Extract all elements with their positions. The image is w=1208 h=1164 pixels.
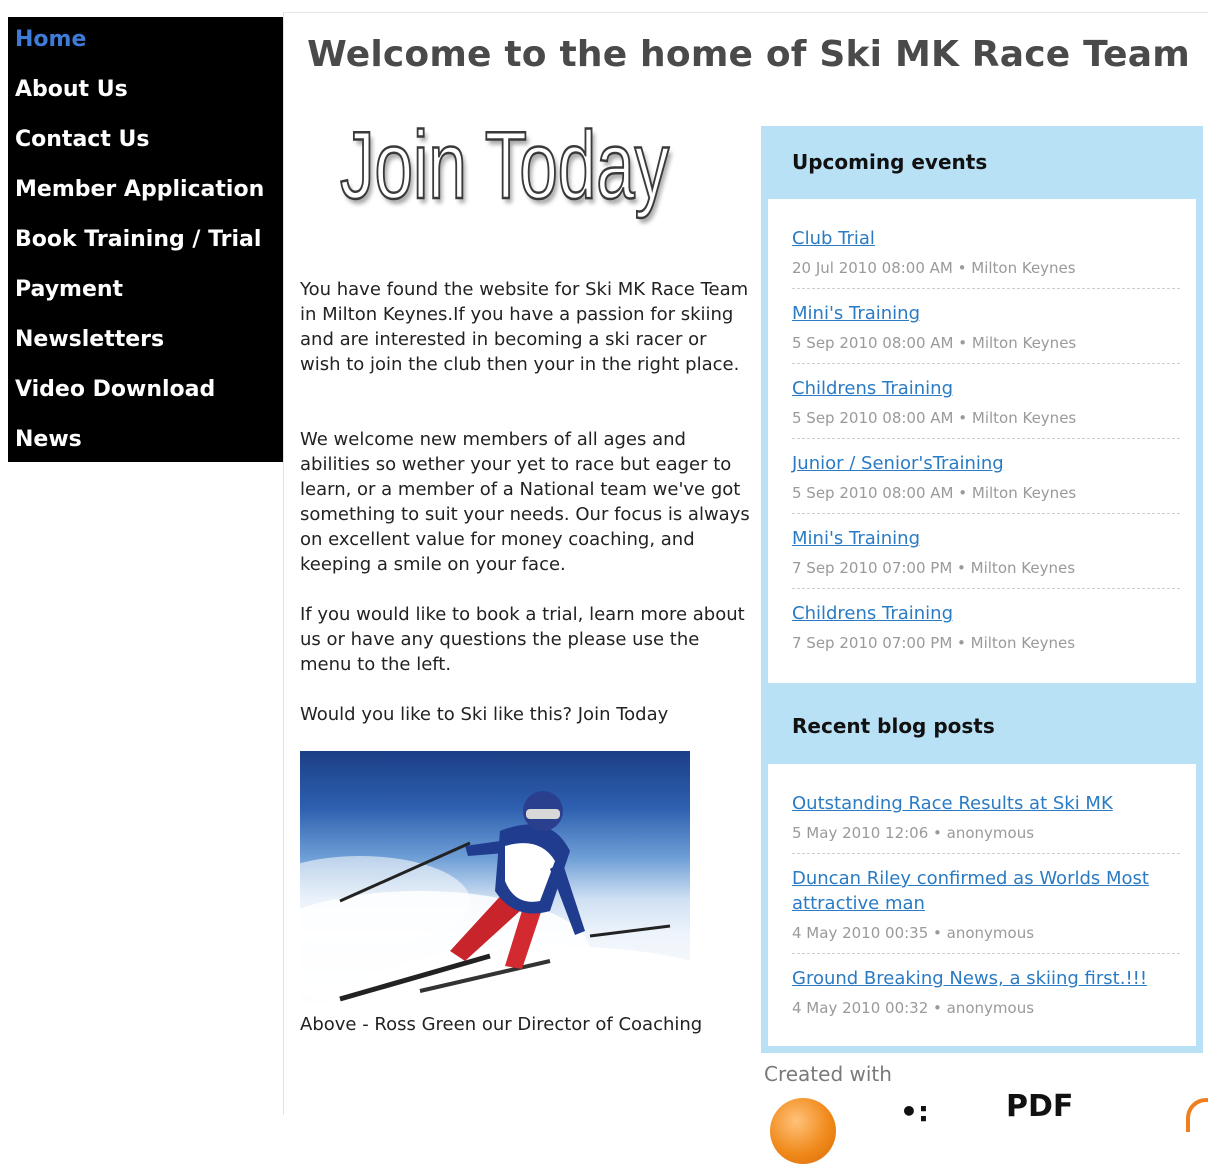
list-item: Mini's Training 7 Sep 2010 07:00 PM • Mi… bbox=[792, 526, 1180, 589]
orange-orb-logo-icon[interactable] bbox=[770, 1098, 836, 1164]
event-link[interactable]: Childrens Training bbox=[792, 376, 1180, 401]
sidebar-nav: Home About Us Contact Us Member Applicat… bbox=[8, 17, 283, 462]
arc-logo-icon bbox=[1186, 1098, 1208, 1132]
event-link[interactable]: Mini's Training bbox=[792, 526, 1180, 551]
event-meta: 5 Sep 2010 08:00 AM • Milton Keynes bbox=[792, 334, 1077, 352]
content-divider bbox=[283, 12, 284, 1115]
nav-item-payment[interactable]: Payment bbox=[15, 277, 123, 302]
upcoming-events-panel: Upcoming events Club Trial 20 Jul 2010 0… bbox=[761, 126, 1203, 683]
nav-item-about-us[interactable]: About Us bbox=[15, 77, 128, 102]
list-item: Club Trial 20 Jul 2010 08:00 AM • Milton… bbox=[792, 226, 1180, 289]
event-meta: 5 Sep 2010 08:00 AM • Milton Keynes bbox=[792, 409, 1077, 427]
event-meta: 7 Sep 2010 07:00 PM • Milton Keynes bbox=[792, 559, 1076, 577]
join-today-banner[interactable]: Join Today bbox=[339, 116, 670, 215]
list-item: Outstanding Race Results at Ski MK 5 May… bbox=[792, 791, 1180, 854]
event-link[interactable]: Junior / Senior'sTraining bbox=[792, 451, 1180, 476]
event-meta: 5 Sep 2010 08:00 AM • Milton Keynes bbox=[792, 484, 1077, 502]
trial-paragraph: If you would like to book a trial, learn… bbox=[300, 604, 745, 675]
content-top-border bbox=[283, 12, 1208, 13]
nav-item-newsletters[interactable]: Newsletters bbox=[15, 327, 164, 352]
nav-item-video-download[interactable]: Video Download bbox=[15, 377, 215, 402]
blog-post-meta: 4 May 2010 00:35 • anonymous bbox=[792, 924, 1035, 942]
event-meta: 7 Sep 2010 07:00 PM • Milton Keynes bbox=[792, 634, 1076, 652]
recent-blog-posts-heading: Recent blog posts bbox=[792, 714, 995, 738]
created-with-label: Created with bbox=[764, 1062, 892, 1086]
page-title: Welcome to the home of Ski MK Race Team bbox=[307, 34, 1190, 75]
welcome-paragraph: We welcome new members of all ages and a… bbox=[300, 429, 750, 575]
event-meta: 20 Jul 2010 08:00 AM • Milton Keynes bbox=[792, 259, 1076, 277]
nav-item-contact-us[interactable]: Contact Us bbox=[15, 127, 149, 152]
upcoming-events-heading: Upcoming events bbox=[792, 150, 988, 174]
blog-post-meta: 4 May 2010 00:32 • anonymous bbox=[792, 999, 1035, 1017]
dots-logo-icon: •: bbox=[900, 1095, 930, 1128]
pdf-logo[interactable]: PDF bbox=[1006, 1092, 1073, 1122]
nav-item-news[interactable]: News bbox=[15, 427, 82, 452]
blog-post-link[interactable]: Outstanding Race Results at Ski MK bbox=[792, 791, 1180, 816]
skier-illustration bbox=[300, 791, 690, 1006]
event-link[interactable]: Childrens Training bbox=[792, 601, 1180, 626]
recent-blog-posts-panel: Recent blog posts Outstanding Race Resul… bbox=[761, 683, 1203, 1053]
event-link[interactable]: Club Trial bbox=[792, 226, 1180, 251]
list-item: Childrens Training 5 Sep 2010 08:00 AM •… bbox=[792, 376, 1180, 439]
list-item: Junior / Senior'sTraining 5 Sep 2010 08:… bbox=[792, 451, 1180, 514]
event-link[interactable]: Mini's Training bbox=[792, 301, 1180, 326]
ski-like-this-paragraph: Would you like to Ski like this? Join To… bbox=[300, 704, 669, 725]
nav-item-book-training[interactable]: Book Training / Trial bbox=[15, 227, 261, 252]
nav-item-home[interactable]: Home bbox=[15, 27, 86, 52]
list-item: Childrens Training 7 Sep 2010 07:00 PM •… bbox=[792, 601, 1180, 663]
nav-item-member-application[interactable]: Member Application bbox=[15, 177, 264, 202]
intro-paragraph: You have found the website for Ski MK Ra… bbox=[300, 279, 749, 375]
list-item: Duncan Riley confirmed as Worlds Most at… bbox=[792, 866, 1180, 954]
list-item: Ground Breaking News, a skiing first.!!!… bbox=[792, 966, 1180, 1028]
recent-blog-posts-list: Outstanding Race Results at Ski MK 5 May… bbox=[768, 764, 1196, 1046]
list-item: Mini's Training 5 Sep 2010 08:00 AM • Mi… bbox=[792, 301, 1180, 364]
skier-photo bbox=[300, 751, 690, 1006]
photo-caption: Above - Ross Green our Director of Coach… bbox=[300, 1014, 703, 1035]
blog-post-meta: 5 May 2010 12:06 • anonymous bbox=[792, 824, 1035, 842]
blog-post-link[interactable]: Duncan Riley confirmed as Worlds Most at… bbox=[792, 866, 1180, 916]
upcoming-events-list: Club Trial 20 Jul 2010 08:00 AM • Milton… bbox=[768, 199, 1196, 683]
blog-post-link[interactable]: Ground Breaking News, a skiing first.!!! bbox=[792, 966, 1180, 991]
